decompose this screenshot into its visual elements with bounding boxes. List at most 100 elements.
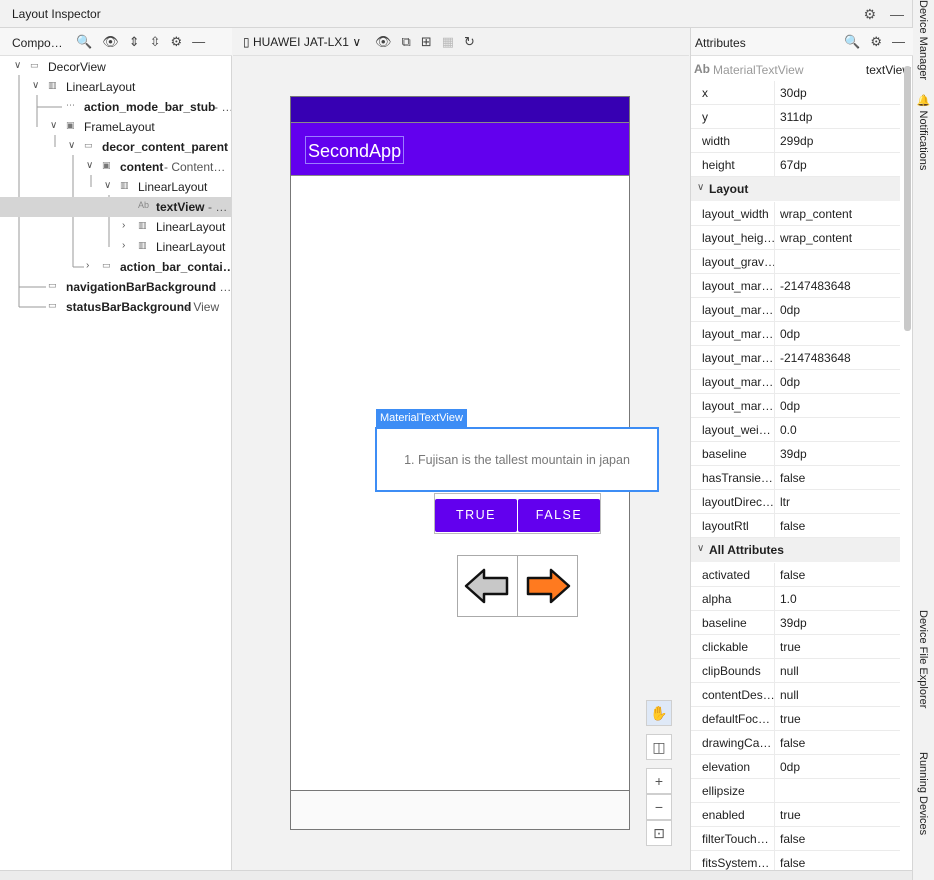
attribute-row[interactable]: ellipsize xyxy=(691,779,900,803)
chevron-down-icon[interactable]: ∨ xyxy=(32,80,42,91)
attribute-row[interactable]: width 299dp xyxy=(691,129,900,153)
attributes-header: Attributes 🔍 ⚙ — xyxy=(691,28,913,56)
false-button[interactable]: FALSE xyxy=(518,499,600,532)
attribute-row[interactable]: hasTransie… false xyxy=(691,466,900,490)
attribute-name: layout_mar… xyxy=(702,279,774,293)
attribute-row[interactable]: layout_mar… 0dp xyxy=(691,322,900,346)
app-title[interactable]: SecondApp xyxy=(305,136,405,164)
chevron-right-icon[interactable]: › xyxy=(122,220,132,231)
attribute-row[interactable]: defaultFoc… true xyxy=(691,707,900,731)
tree-node[interactable]: ∨ ▥ LinearLayout xyxy=(0,177,231,197)
action-bar[interactable]: SecondApp xyxy=(291,122,629,176)
tree-node[interactable]: ∨ ▭ decor_content_parent xyxy=(0,137,231,157)
status-bar xyxy=(0,870,912,880)
attribute-row[interactable]: layout_mar… 0dp xyxy=(691,370,900,394)
attribute-row[interactable]: height 67dp xyxy=(691,153,900,177)
attribute-row[interactable]: baseline 39dp xyxy=(691,611,900,635)
attribute-section[interactable]: ∨ Layout xyxy=(691,177,900,201)
attribute-row[interactable]: clickable true xyxy=(691,635,900,659)
attribute-row[interactable]: drawingCa… false xyxy=(691,731,900,755)
minimize-icon[interactable]: — xyxy=(890,6,904,23)
attribute-name: layout_mar… xyxy=(702,327,774,341)
tree-node[interactable]: ⋯ action_mode_bar_stub - … xyxy=(0,97,231,117)
attribute-name: layout_mar… xyxy=(702,375,774,389)
fit-screen-icon[interactable]: ⊡ xyxy=(646,820,672,846)
attribute-row[interactable]: y 311dp xyxy=(691,105,900,129)
view-group-icon: ▭ xyxy=(30,60,39,70)
attribute-row[interactable]: layout_mar… 0dp xyxy=(691,394,900,418)
chevron-down-icon[interactable]: ∨ xyxy=(50,120,60,131)
attribute-row[interactable]: layoutDirec… ltr xyxy=(691,490,900,514)
chevron-down-icon[interactable]: ∨ xyxy=(86,160,96,171)
zoom-controls: ✋ ◫ + − ⊡ xyxy=(646,700,672,846)
tab-notifications[interactable]: 🔔 Notifications xyxy=(917,94,930,170)
chevron-right-icon[interactable]: › xyxy=(122,240,132,251)
attribute-row[interactable]: layout_heig… wrap_content xyxy=(691,226,900,250)
tab-device-manager[interactable]: Device Manager xyxy=(917,0,929,80)
attribute-name: fitsSystem… xyxy=(702,856,770,870)
navigation-button-row xyxy=(457,555,578,617)
chevron-down-icon[interactable]: ∨ xyxy=(104,180,114,191)
chevron-down-icon[interactable]: ∨ xyxy=(14,60,24,71)
tree-node[interactable]: ▭ navigationBarBackground - … xyxy=(0,277,231,297)
attribute-row[interactable]: enabled true xyxy=(691,803,900,827)
attribute-row[interactable]: layoutRtl false xyxy=(691,514,900,538)
tool-window-title-bar: Layout Inspector ⚙ — xyxy=(0,0,912,28)
device-selector[interactable]: ▯ HUAWEI JAT-LX1 ∨ xyxy=(243,35,361,49)
tab-device-file-explorer[interactable]: Device File Explorer xyxy=(917,610,929,708)
chevron-down-icon[interactable]: ∨ xyxy=(697,182,704,193)
attribute-row[interactable]: alpha 1.0 xyxy=(691,587,900,611)
attribute-value: 0dp xyxy=(780,760,801,774)
live-update-icon[interactable]: ▦ xyxy=(442,34,454,50)
true-button[interactable]: TRUE xyxy=(435,499,517,532)
attribute-row[interactable]: layout_mar… -2147483648 xyxy=(691,274,900,298)
attribute-row[interactable]: x 30dp xyxy=(691,81,900,105)
attribute-row[interactable]: layout_width wrap_content xyxy=(691,202,900,226)
search-icon[interactable]: 🔍 xyxy=(844,34,860,50)
gear-icon[interactable]: ⚙ xyxy=(870,34,882,50)
attribute-row[interactable]: layout_wei… 0.0 xyxy=(691,418,900,442)
chevron-down-icon[interactable]: ∨ xyxy=(697,543,704,554)
attribute-row[interactable]: layout_mar… -2147483648 xyxy=(691,346,900,370)
tree-node[interactable]: › ▭ action_bar_contai… xyxy=(0,257,231,277)
chevron-right-icon[interactable]: › xyxy=(86,260,96,271)
tree-node[interactable]: ∨ ▣ FrameLayout xyxy=(0,117,231,137)
attribute-row[interactable]: layout_grav… xyxy=(691,250,900,274)
tree-node[interactable]: › ▥ LinearLayout xyxy=(0,217,231,237)
tab-running-devices[interactable]: Running Devices xyxy=(917,752,929,835)
eye-icon[interactable]: 👁 xyxy=(375,34,392,50)
attribute-row[interactable]: activated false xyxy=(691,563,900,587)
attribute-row[interactable]: layout_mar… 0dp xyxy=(691,298,900,322)
tree-node[interactable]: ∨ ▥ LinearLayout xyxy=(0,77,231,97)
layer-icon[interactable]: ⧉ xyxy=(402,34,411,50)
tree-node[interactable]: ∨ ▣ content - Content… xyxy=(0,157,231,177)
chevron-down-icon[interactable]: ∨ xyxy=(68,140,78,151)
question-text-view[interactable]: 1. Fujisan is the tallest mountain in ja… xyxy=(375,427,659,492)
attribute-row[interactable]: elevation 0dp xyxy=(691,755,900,779)
attribute-row[interactable]: clipBounds null xyxy=(691,659,900,683)
zoom-in-icon[interactable]: + xyxy=(646,768,672,794)
arrow-left-icon[interactable] xyxy=(464,566,510,606)
attribute-section[interactable]: ∨ All Attributes xyxy=(691,538,900,562)
attribute-name: x xyxy=(702,86,708,100)
attribute-row[interactable]: filterTouch… false xyxy=(691,827,900,851)
tree-node[interactable]: ∨ ▭ DecorView xyxy=(0,57,231,77)
refresh-icon[interactable]: ↻ xyxy=(464,34,475,50)
tree-node[interactable]: › ▥ LinearLayout xyxy=(0,237,231,257)
status-bar-background[interactable] xyxy=(291,97,629,122)
attributes-scrollbar[interactable] xyxy=(904,66,911,331)
tree-node-selected[interactable]: Ab textView - … xyxy=(0,197,231,217)
minimize-icon[interactable]: — xyxy=(892,34,905,50)
mode-3d-icon[interactable]: ◫ xyxy=(646,734,672,760)
attribute-row[interactable]: baseline 39dp xyxy=(691,442,900,466)
view-icon: ▭ xyxy=(48,300,57,310)
pan-hand-icon[interactable]: ✋ xyxy=(646,700,672,726)
attribute-row[interactable]: contentDes… null xyxy=(691,683,900,707)
linear-layout-icon: ▥ xyxy=(138,240,147,250)
tree-node[interactable]: ▭ statusBarBackground - View xyxy=(0,297,231,317)
zoom-out-icon[interactable]: − xyxy=(646,794,672,820)
snapshot-icon[interactable]: ⊞ xyxy=(421,34,432,50)
gear-icon[interactable]: ⚙ xyxy=(863,6,876,23)
navigation-bar-background[interactable] xyxy=(291,790,629,829)
arrow-right-icon[interactable] xyxy=(525,566,571,606)
